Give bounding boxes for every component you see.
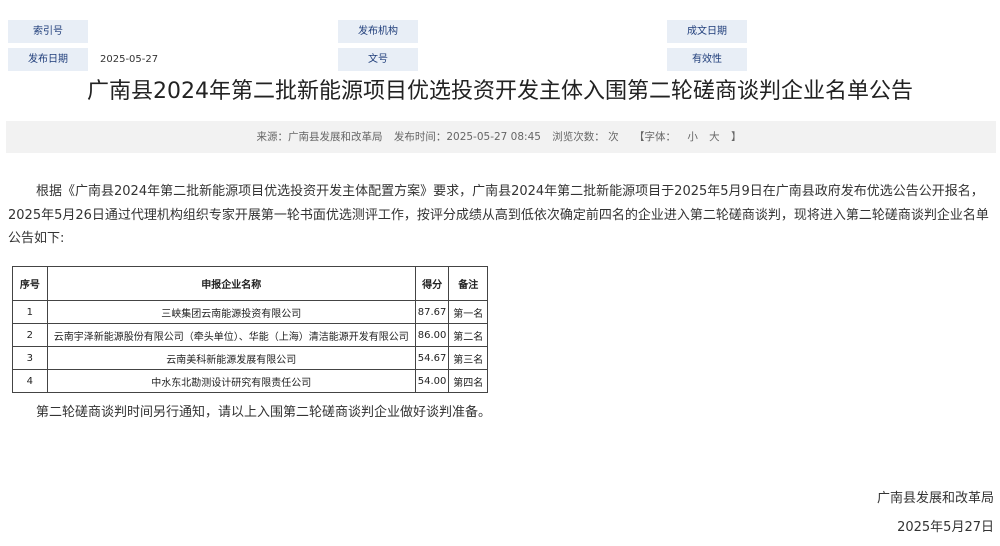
cell-score: 54.00 xyxy=(414,369,450,393)
body-paragraph-1: 根据《广南县2024年第二批新能源项目优选投资开发主体配置方案》要求，广南县20… xyxy=(8,184,989,246)
cell-name: 中水东北勘测设计研究有限责任公司 xyxy=(46,369,416,393)
table-row: 3 云南美科新能源发展有限公司 54.67 第三名 xyxy=(12,346,488,370)
doc-number-label: 文号 xyxy=(338,48,418,71)
cell-seq: 4 xyxy=(12,369,48,393)
page-title: 广南县2024年第二批新能源项目优选投资开发主体入围第二轮磋商谈判企业名单公告 xyxy=(87,79,913,104)
cell-note: 第三名 xyxy=(448,346,488,370)
header-seq: 序号 xyxy=(12,266,48,301)
header-note: 备注 xyxy=(448,266,488,301)
publisher-value xyxy=(430,20,650,43)
created-date-label: 成文日期 xyxy=(667,20,747,43)
cell-name: 三峡集团云南能源投资有限公司 xyxy=(46,300,416,324)
publisher-label: 发布机构 xyxy=(338,20,418,43)
font-size-control: 【字体： 小 大 】 xyxy=(630,131,746,143)
cell-note: 第四名 xyxy=(448,369,488,393)
meta-row-1: 索引号 发布机构 成文日期 xyxy=(0,20,1000,43)
cell-score: 87.67 xyxy=(414,300,450,324)
signature-org: 广南县发展和改革局 xyxy=(876,491,994,506)
cell-name: 云南宇泽新能源股份有限公司（牵头单位）、华能（上海）清洁能源开发有限公司 xyxy=(46,323,416,347)
cell-score: 54.67 xyxy=(414,346,450,370)
index-label: 索引号 xyxy=(8,20,88,43)
cell-score: 86.00 xyxy=(414,323,450,347)
cell-seq: 1 xyxy=(12,300,48,324)
body-paragraph-2: 第二轮磋商谈判时间另行通知，请以上入围第二轮磋商谈判企业做好谈判准备。 xyxy=(36,405,492,420)
table-row: 2 云南宇泽新能源股份有限公司（牵头单位）、华能（上海）清洁能源开发有限公司 8… xyxy=(12,323,488,347)
source-bar: 来源：广南县发展和改革局 发布时间：2025-05-27 08:45 浏览次数：… xyxy=(6,121,996,153)
table-header-row: 序号 申报企业名称 得分 备注 xyxy=(12,266,488,301)
index-value xyxy=(100,20,320,43)
header-name: 申报企业名称 xyxy=(46,266,416,301)
cell-note: 第二名 xyxy=(448,323,488,347)
table-row: 1 三峡集团云南能源投资有限公司 87.67 第一名 xyxy=(12,300,488,324)
cell-note: 第一名 xyxy=(448,300,488,324)
font-large-button[interactable]: 大 xyxy=(709,131,720,143)
cell-name: 云南美科新能源发展有限公司 xyxy=(46,346,416,370)
source-text: 来源：广南县发展和改革局 xyxy=(256,131,383,143)
created-date-value xyxy=(760,20,980,43)
publish-time-text: 发布时间：2025-05-27 08:45 xyxy=(393,131,541,143)
font-size-close: 】 xyxy=(731,131,742,143)
results-table: 序号 申报企业名称 得分 备注 1 三峡集团云南能源投资有限公司 87.67 第… xyxy=(12,266,488,393)
table-row: 4 中水东北勘测设计研究有限责任公司 54.00 第四名 xyxy=(12,369,488,393)
signature-date: 2025年5月27日 xyxy=(897,520,994,535)
cell-seq: 3 xyxy=(12,346,48,370)
validity-value xyxy=(760,48,980,71)
view-count-text: 浏览次数： 次 xyxy=(552,131,619,143)
header-score: 得分 xyxy=(414,266,450,301)
font-small-button[interactable]: 小 xyxy=(687,131,698,143)
publish-date-label: 发布日期 xyxy=(8,48,88,71)
validity-label: 有效性 xyxy=(667,48,747,71)
meta-row-2: 发布日期 2025-05-27 文号 有效性 xyxy=(0,48,1000,71)
font-size-open: 【字体： xyxy=(633,131,676,143)
publish-date-value: 2025-05-27 xyxy=(100,54,159,65)
cell-seq: 2 xyxy=(12,323,48,347)
doc-number-value xyxy=(430,48,650,71)
